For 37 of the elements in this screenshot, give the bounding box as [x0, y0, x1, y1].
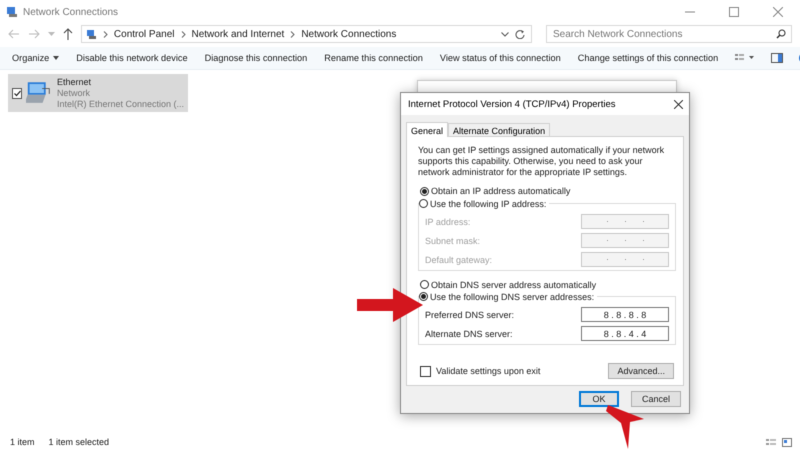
field-label: Default gateway: — [425, 254, 494, 265]
dialog-title: Internet Protocol Version 4 (TCP/IPv4) Properties — [408, 98, 617, 110]
field-label: Subnet mask: — [425, 236, 482, 246]
breadcrumb-link[interactable]: Network Connections — [301, 28, 396, 40]
toolbar-button[interactable]: Diagnose this connection — [204, 53, 308, 63]
radio-option[interactable]: Use the following IP address: — [419, 197, 550, 210]
field-label: Preferred DNS server: — [425, 310, 516, 320]
search-field[interactable]: Search Network Connections — [546, 25, 792, 43]
connection-device: Intel(R) Ethernet Connection (... — [56, 98, 184, 110]
connection-item[interactable]: Ethernet Network Intel(R) Ethernet Connection (... — [8, 74, 188, 112]
radio-option[interactable]: Use the following DNS server addresses: — [419, 290, 598, 303]
tab[interactable]: Alternate Configuration — [448, 123, 550, 136]
organize-menu[interactable]: Organize — [12, 53, 60, 63]
connection-name: Ethernet — [56, 76, 92, 88]
field-label: Alternate DNS server: — [425, 328, 514, 338]
toolbar-button[interactable]: Rename this connection — [324, 53, 423, 63]
breadcrumb-link[interactable]: Network and Internet — [192, 28, 284, 40]
intro-text: You can get IP settings assigned automatically if your network supports this capability. Otherwise, you need to ask your network administrator for the appropriate IP settings. — [418, 145, 666, 178]
checkbox-option[interactable]: Validate settings upon exit — [420, 364, 540, 378]
breadcrumb-link[interactable]: Control Panel — [114, 28, 174, 40]
radio-option[interactable]: Obtain an IP address automatically — [420, 186, 674, 196]
address-bar[interactable]: Control Panel Network and Internet Network Connections — [80, 25, 532, 43]
connection-network: Network — [56, 88, 91, 98]
toolbar-button[interactable]: Change settings of this connection — [578, 53, 718, 63]
dialog-button[interactable]: Advanced... — [608, 363, 674, 379]
toolbar-button[interactable]: Disable this network device — [76, 53, 188, 63]
ip-address-field[interactable]: 8 . 8 . 4 . 4 — [581, 326, 669, 341]
radio-option[interactable]: Obtain DNS server address automatically — [420, 279, 674, 290]
status-text: 1 item selected — [48, 437, 110, 447]
status-text: 1 item — [10, 437, 35, 447]
tab[interactable]: General — [406, 122, 448, 137]
dialog-button[interactable]: Cancel — [631, 391, 681, 407]
ip-address-field[interactable]: 8 . 8 . 8 . 8 — [581, 307, 669, 322]
window-title: Network Connections — [23, 6, 120, 18]
ok-button[interactable]: OK — [579, 391, 619, 407]
toolbar-button[interactable]: View status of this connection — [440, 53, 561, 63]
field-label: IP address: — [425, 216, 472, 227]
